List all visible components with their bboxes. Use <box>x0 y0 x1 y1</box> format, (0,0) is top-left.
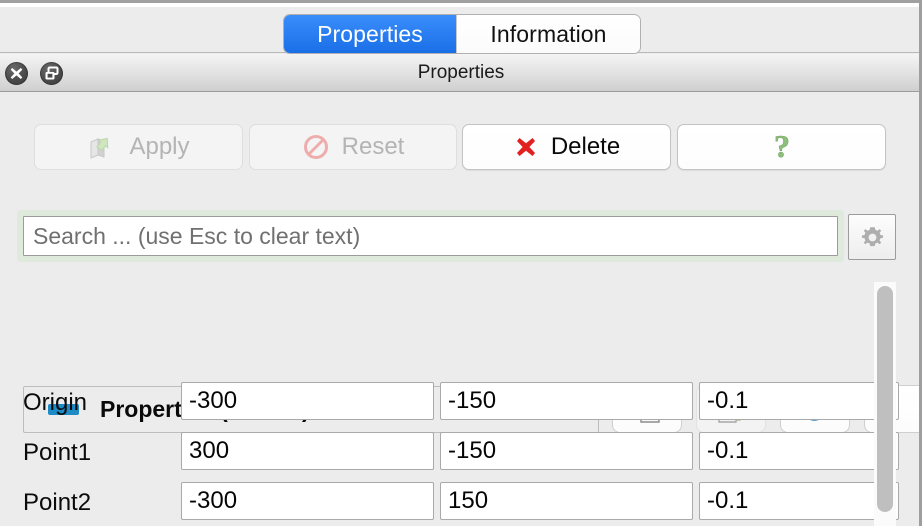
tab-properties[interactable]: Properties <box>284 15 456 53</box>
delete-button[interactable]: Delete <box>462 124 671 170</box>
property-row-origin: Origin <box>0 382 922 432</box>
point1-z-input[interactable] <box>699 432 899 470</box>
property-label-point1: Point1 <box>23 439 92 466</box>
tab-information[interactable]: Information <box>456 15 640 53</box>
properties-panel-window: Properties Information Properties Apply … <box>0 0 922 526</box>
search-input[interactable] <box>23 216 838 256</box>
vertical-scrollbar-thumb[interactable] <box>877 286 893 512</box>
window-title: Properties <box>417 62 505 83</box>
origin-y-input[interactable] <box>440 382 693 420</box>
panel-body: Apply Reset Delete ? Search ... (use Esc… <box>0 92 922 526</box>
help-button[interactable]: ? <box>677 124 886 170</box>
window-top-strip <box>0 0 922 7</box>
point1-y-input[interactable] <box>440 432 693 470</box>
apply-icon <box>87 133 117 161</box>
delete-icon <box>513 134 539 160</box>
point2-z-input[interactable] <box>699 482 899 520</box>
window-title-bar: Properties <box>0 54 922 92</box>
origin-x-input[interactable] <box>181 382 434 420</box>
origin-z-input[interactable] <box>699 382 899 420</box>
property-label-point2: Point2 <box>23 489 92 516</box>
property-label-origin: Origin <box>23 389 88 416</box>
point1-x-input[interactable] <box>181 432 434 470</box>
delete-label: Delete <box>550 133 621 160</box>
tab-bar: Properties Information <box>0 7 922 53</box>
reset-label: Reset <box>341 133 405 160</box>
reset-icon <box>302 133 330 161</box>
tab-information-label: Information <box>490 20 607 47</box>
point2-y-input[interactable] <box>440 482 693 520</box>
search-field-container <box>17 210 844 262</box>
action-toolbar: Apply Reset Delete ? <box>0 124 922 174</box>
svg-text:?: ? <box>774 130 790 164</box>
property-row-point1: Point1 <box>0 432 922 482</box>
gear-icon[interactable] <box>848 214 896 260</box>
property-row-point2: Point2 <box>0 482 922 526</box>
point2-x-input[interactable] <box>181 482 434 520</box>
help-icon: ? <box>767 130 797 164</box>
reset-button[interactable]: Reset <box>249 124 457 170</box>
tab-segmented-control: Properties Information <box>284 15 640 53</box>
tab-properties-label: Properties <box>317 20 423 47</box>
apply-button[interactable]: Apply <box>34 124 243 170</box>
apply-label: Apply <box>129 133 190 160</box>
